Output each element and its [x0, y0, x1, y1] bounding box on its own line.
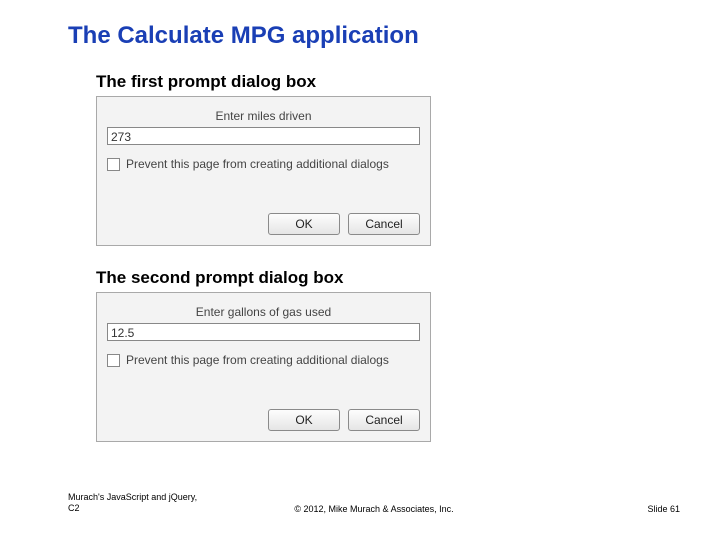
page-title: The Calculate MPG application: [68, 22, 419, 50]
cancel-button[interactable]: Cancel: [348, 213, 420, 235]
prevent-label: Prevent this page from creating addition…: [126, 353, 389, 367]
section-heading-first: The first prompt dialog box: [96, 72, 316, 92]
prompt-text: Enter gallons of gas used: [97, 305, 430, 319]
prevent-checkbox[interactable]: [107, 158, 120, 171]
ok-button[interactable]: OK: [268, 213, 340, 235]
prompt-input[interactable]: 12.5: [107, 323, 420, 341]
prevent-label: Prevent this page from creating addition…: [126, 157, 389, 171]
button-row: OK Cancel: [268, 409, 420, 431]
footer-slide-number: Slide 61: [647, 504, 680, 514]
ok-button[interactable]: OK: [268, 409, 340, 431]
slide: The Calculate MPG application The first …: [0, 0, 720, 540]
prompt-dialog-2: Enter gallons of gas used 12.5 Prevent t…: [96, 292, 431, 442]
prevent-row: Prevent this page from creating addition…: [107, 353, 389, 367]
prevent-row: Prevent this page from creating addition…: [107, 157, 389, 171]
footer-book-line1: Murach's JavaScript and jQuery,: [68, 492, 197, 502]
cancel-button[interactable]: Cancel: [348, 409, 420, 431]
section-heading-second: The second prompt dialog box: [96, 268, 343, 288]
prompt-dialog-1: Enter miles driven 273 Prevent this page…: [96, 96, 431, 246]
button-row: OK Cancel: [268, 213, 420, 235]
footer-copyright: © 2012, Mike Murach & Associates, Inc.: [68, 504, 680, 514]
prevent-checkbox[interactable]: [107, 354, 120, 367]
prompt-input[interactable]: 273: [107, 127, 420, 145]
prompt-text: Enter miles driven: [97, 109, 430, 123]
